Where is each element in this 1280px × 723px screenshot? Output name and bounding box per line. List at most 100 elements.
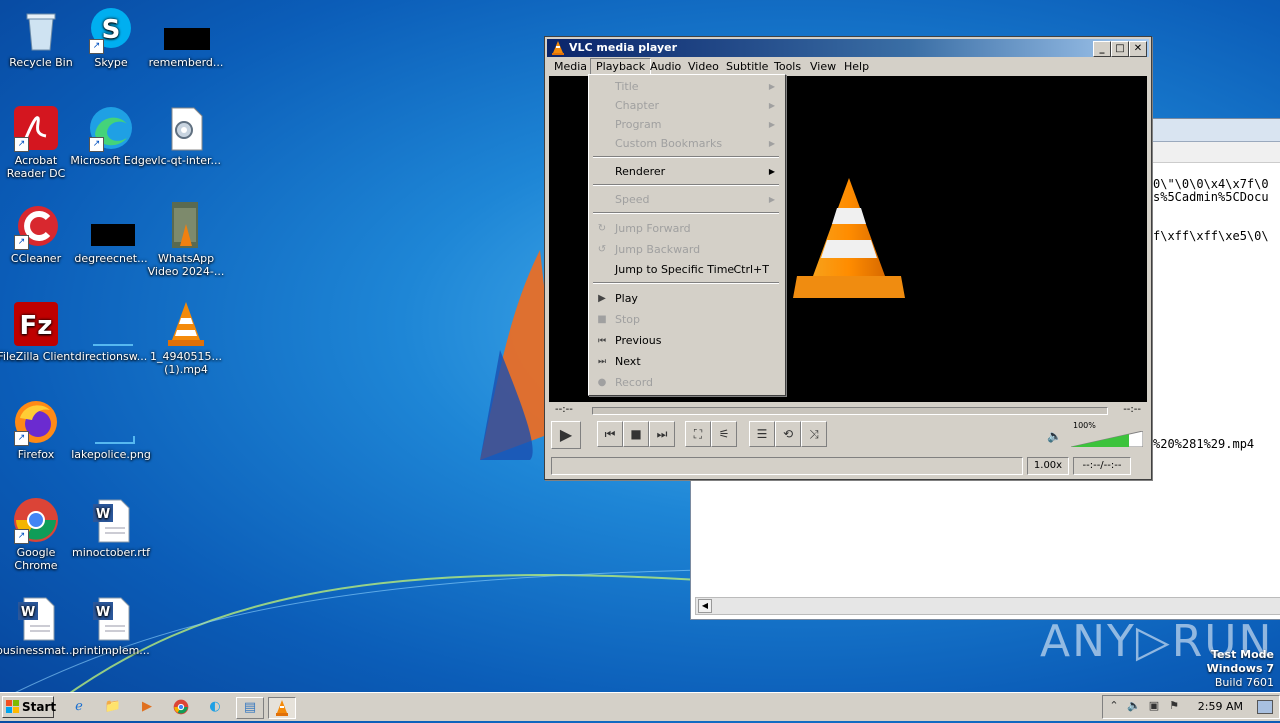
speed-indicator[interactable]: 1.00x [1027, 457, 1069, 475]
submenu-arrow-icon: ▶ [768, 101, 775, 110]
desktop-icon-lakepolice[interactable]: lakepolice.png [70, 398, 152, 461]
menu-item-stop[interactable]: ■ Stop [589, 311, 785, 329]
menu-item-chapter[interactable]: Chapter ▶ [589, 97, 785, 115]
desktop-icon-firefox[interactable]: ↗ Firefox [0, 398, 77, 461]
desktop-icon-label: businessmat... [0, 644, 77, 657]
menu-media[interactable]: Media [549, 59, 592, 75]
desktop-icon-directionsw[interactable]: directionsw... [70, 300, 152, 363]
recycle-bin-icon [17, 6, 65, 54]
desktop-icon-label: Skype [94, 56, 128, 69]
text-line: 0\"\0\0\x4\x7f\0 [1153, 177, 1269, 191]
acrobat-icon: ↗ [12, 104, 60, 152]
maximize-button[interactable]: □ [1111, 41, 1129, 57]
shortcut-label: Ctrl+T [733, 263, 769, 276]
desktop-icon-label: degreecnet... [74, 252, 148, 265]
start-label: Start [22, 700, 57, 714]
stop-button[interactable]: ■ [623, 421, 649, 447]
menu-item-renderer[interactable]: Renderer ▶ [589, 163, 785, 181]
minimize-button[interactable]: _ [1093, 41, 1111, 57]
desktop-icon-label: Microsoft Edge [70, 154, 152, 167]
action-center-flag-icon[interactable]: ⚑ [1167, 699, 1181, 713]
desktop-icon-label: vlc-qt-inter... [151, 154, 221, 167]
menu-tools[interactable]: Tools [769, 59, 806, 75]
menu-video[interactable]: Video [683, 59, 724, 75]
internet-explorer-icon[interactable]: ℯ [68, 697, 90, 717]
desktop-icon-ccleaner[interactable]: ↗ CCleaner [0, 202, 77, 265]
desktop-icon-label: Acrobat Reader DC [6, 154, 66, 180]
desktop-icon-whatsapp-video[interactable]: WhatsApp Video 2024-... [145, 202, 227, 278]
menu-audio[interactable]: Audio [645, 59, 686, 75]
show-desktop-icon[interactable] [1257, 700, 1273, 714]
file-explorer-icon[interactable]: 📁 [102, 697, 124, 717]
desktop-icon-degreecnet[interactable]: degreecnet... [70, 202, 152, 265]
menu-help[interactable]: Help [839, 59, 874, 75]
notepad-taskbar-icon[interactable]: ▤ [236, 697, 264, 719]
menu-item-title[interactable]: Title ▶ [589, 78, 785, 96]
desktop-icon-chrome[interactable]: ↗ Google Chrome [0, 496, 77, 572]
time-indicator[interactable]: --:--/--:-- [1073, 457, 1131, 475]
menu-item-record[interactable]: ● Record [589, 374, 785, 392]
video-file-icon [162, 202, 210, 250]
menu-item-play[interactable]: ▶ Play [589, 290, 785, 308]
menu-separator [593, 282, 779, 284]
desktop-icon-printimplem[interactable]: W printimplem... [70, 594, 152, 657]
desktop-icon-label: directionsw... [74, 350, 148, 363]
network-tray-icon[interactable]: ▣ [1147, 699, 1161, 713]
desktop-icon-vlc-qt-interface[interactable]: vlc-qt-inter... [145, 104, 227, 167]
desktop-icon-businessmat[interactable]: W businessmat... [0, 594, 77, 657]
next-button[interactable]: ⏭ [649, 421, 675, 447]
menu-item-program[interactable]: Program ▶ [589, 116, 785, 134]
volume-tray-icon[interactable]: 🔈 [1127, 699, 1141, 713]
menu-item-jump-forward[interactable]: ↻ Jump Forward [589, 220, 785, 238]
previous-button[interactable]: ⏮ [597, 421, 623, 447]
seek-slider[interactable] [592, 407, 1108, 415]
extended-settings-button[interactable]: ⚟ [711, 421, 737, 447]
desktop-icon-acrobat[interactable]: ↗ Acrobat Reader DC [0, 104, 77, 180]
desktop-icon-filezilla[interactable]: Fz FileZilla Client [0, 300, 77, 363]
scroll-left-icon[interactable]: ◀ [698, 599, 712, 613]
playlist-button[interactable]: ☰ [749, 421, 775, 447]
svg-text:S: S [102, 15, 121, 45]
close-button[interactable]: ✕ [1129, 41, 1147, 57]
desktop-icon-edge[interactable]: ↗ Microsoft Edge [70, 104, 152, 167]
horizontal-scrollbar[interactable]: ◀ [695, 597, 1280, 615]
menu-item-custom-bookmarks[interactable]: Custom Bookmarks ▶ [589, 135, 785, 153]
text-line: s%5Cadmin%5CDocu [1153, 190, 1269, 204]
menu-item-next[interactable]: ⏭ Next [589, 353, 785, 371]
previous-icon: ⏮ [597, 336, 607, 346]
desktop-icon-minoctober[interactable]: W minoctober.rtf [70, 496, 152, 559]
media-player-icon[interactable]: ▶ [136, 697, 158, 717]
menu-subtitle[interactable]: Subtitle [721, 59, 773, 75]
desktop-icon-mp4-file[interactable]: 1_4940515... (1).mp4 [145, 300, 227, 376]
ccleaner-icon: ↗ [12, 202, 60, 250]
controls-row: ▶ ⏮ ■ ⏭ ⛶ ⚟ ☰ ⟲ ⤨ 🔈 100% [549, 421, 1147, 449]
desktop-icon-skype[interactable]: S ↗ Skype [70, 6, 152, 69]
menu-item-speed[interactable]: Speed ▶ [589, 191, 785, 209]
play-button[interactable]: ▶ [551, 421, 581, 449]
show-hidden-icons-icon[interactable]: ⌃ [1107, 699, 1121, 713]
svg-text:Fz: Fz [20, 311, 53, 341]
start-button[interactable]: Start [2, 696, 57, 718]
menu-item-jump-to-time[interactable]: Jump to Specific Time Ctrl+T [589, 261, 785, 279]
menu-view[interactable]: View [805, 59, 841, 75]
menu-item-previous[interactable]: ⏮ Previous [589, 332, 785, 350]
menu-item-jump-backward[interactable]: ↺ Jump Backward [589, 241, 785, 259]
vlc-cone-logo [793, 178, 905, 298]
menu-separator [593, 156, 779, 158]
volume-slider[interactable]: 100% [1071, 421, 1143, 447]
svg-text:W: W [96, 507, 110, 522]
test-mode-label: Test Mode [1211, 648, 1274, 661]
fullscreen-button[interactable]: ⛶ [685, 421, 711, 447]
clock[interactable]: 2:59 AM [1198, 696, 1243, 718]
vlc-taskbar-icon[interactable] [268, 697, 296, 719]
shuffle-button[interactable]: ⤨ [801, 421, 827, 447]
desktop-icon-label: rememberd... [148, 56, 224, 69]
desktop-icon-rememberd[interactable]: rememberd... [145, 6, 227, 69]
edge-taskbar-icon[interactable]: ◐ [204, 697, 226, 717]
speaker-icon[interactable]: 🔈 [1047, 429, 1062, 443]
loop-button[interactable]: ⟲ [775, 421, 801, 447]
vlc-titlebar[interactable]: VLC media player _ □ ✕ [547, 39, 1149, 57]
chrome-taskbar-icon[interactable] [170, 697, 192, 717]
menu-separator [593, 212, 779, 214]
submenu-arrow-icon: ▶ [768, 139, 775, 148]
